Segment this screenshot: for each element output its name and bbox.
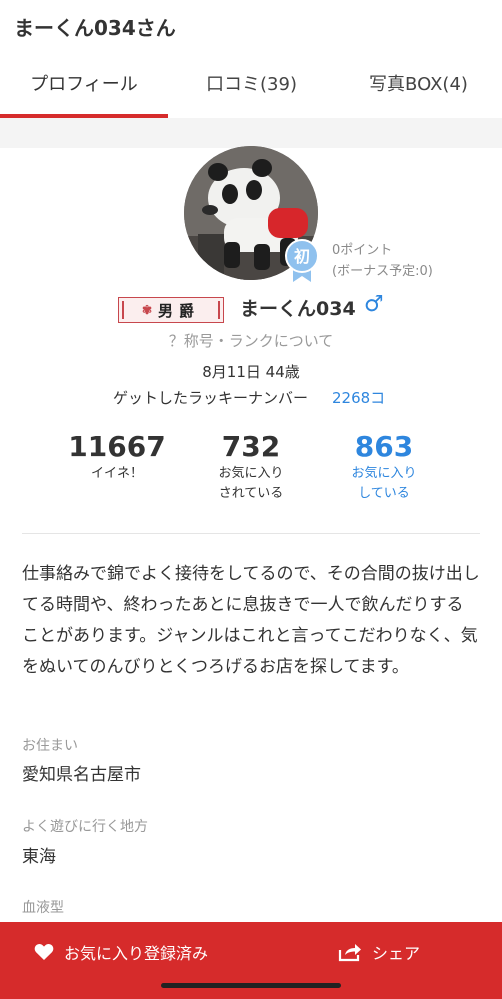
points-info: 0ポイント (ボーナス予定:0) — [332, 240, 433, 282]
divider — [22, 533, 480, 534]
tab-bar: プロフィール 口コミ(39) 写真BOX(4) — [0, 52, 502, 119]
likes-label: イイネ！ — [90, 466, 143, 481]
share-icon — [338, 944, 361, 962]
crest-icon: ✾ — [141, 303, 153, 317]
blood-type-label: 血液型 — [22, 900, 64, 916]
beginner-badge-icon: 初 — [284, 238, 320, 282]
tab-reviews[interactable]: 口コミ(39) — [168, 52, 335, 118]
badge-text: 初 — [294, 247, 310, 266]
favorites-label-2: している — [358, 486, 410, 501]
favorite-button[interactable]: お気に入り登録済み — [34, 922, 208, 982]
lucky-number-label: ゲットしたラッキーナンバー — [113, 389, 309, 407]
username: まーくん034 — [240, 298, 356, 320]
stat-favorited-by[interactable]: 732 お気に入り されている — [192, 430, 310, 504]
stat-favorites[interactable]: 863 お気に入り している — [325, 430, 443, 504]
frequent-area-label: よく遊びに行く地方 — [22, 819, 148, 835]
likes-count: 11667 — [68, 430, 166, 463]
favorited-by-label-1: お気に入り — [218, 466, 284, 481]
section-spacer — [0, 118, 502, 148]
residence-value: 愛知県名古屋市 — [22, 765, 141, 785]
tab-photo-box[interactable]: 写真BOX(4) — [335, 52, 502, 118]
favorites-count: 863 — [354, 430, 414, 463]
header: まーくん034さん — [0, 0, 502, 52]
share-button-label: シェア — [372, 944, 421, 963]
favorite-button-label: お気に入り登録済み — [64, 944, 209, 963]
birthday-age: 8月11日 44歳 — [202, 363, 300, 381]
heart-icon — [34, 944, 54, 960]
frequent-area-value: 東海 — [22, 847, 56, 867]
favorites-label-1: お気に入り — [351, 466, 417, 481]
home-indicator — [161, 983, 341, 988]
bottom-action-bar: お気に入り登録済み シェア — [0, 922, 502, 999]
favorited-by-label-2: されている — [218, 486, 284, 501]
bio-text: 仕事絡みで錦でよく接待をしてるので、その合間の抜け出してる時間や、終わったあとに… — [22, 564, 480, 677]
rank-title: 男爵 — [158, 301, 201, 320]
bonus-points: (ボーナス予定:0) — [332, 264, 433, 279]
share-button[interactable]: シェア — [338, 922, 420, 982]
residence-label: お住まい — [22, 738, 78, 754]
page-title: まーくん034さん — [14, 16, 176, 40]
male-icon: ♂ — [364, 292, 384, 317]
rank-info-link[interactable]: ？称号・ランクについて — [0, 330, 502, 351]
rank-title-plate: ✾ 男爵 — [118, 297, 224, 323]
favorited-by-count: 732 — [221, 430, 281, 463]
points-value: 0ポイント — [332, 243, 393, 258]
stat-likes: 11667 イイネ！ — [58, 430, 176, 484]
tab-profile[interactable]: プロフィール — [0, 52, 168, 118]
lucky-number-count[interactable]: 2268コ — [332, 387, 385, 408]
